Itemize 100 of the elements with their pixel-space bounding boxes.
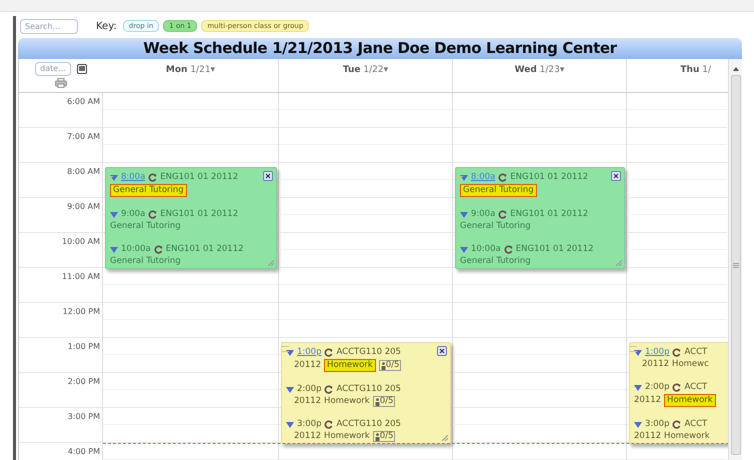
time-label: 7:00 AM bbox=[67, 132, 100, 143]
repeat-icon bbox=[672, 348, 682, 357]
resize-handle-icon[interactable] bbox=[268, 260, 274, 266]
day-header[interactable]: Tue 1/22▾ bbox=[342, 64, 388, 76]
close-icon[interactable] bbox=[611, 171, 621, 181]
course-code: ENG101 01 20112 bbox=[516, 244, 594, 255]
triangle-icon[interactable] bbox=[460, 212, 468, 218]
repeat-icon bbox=[148, 173, 158, 182]
time-link[interactable]: 1:00p bbox=[645, 347, 670, 358]
description: Homework bbox=[664, 394, 716, 407]
repeat-icon bbox=[324, 420, 334, 429]
capacity-link[interactable]: 0/5 bbox=[378, 360, 402, 371]
triangle-icon[interactable] bbox=[286, 422, 294, 428]
appointment-block[interactable]: 1:00p ACCTG110 205 20112 Homework 0/5 2:00p ACCTG110 205 20112 Homework 0/5 3:00p ACCTG110 205 20112 Homework 0/5 bbox=[281, 342, 451, 444]
repeat-icon bbox=[672, 420, 682, 429]
description: General Tutoring bbox=[460, 184, 537, 197]
triangle-icon[interactable] bbox=[110, 174, 118, 180]
schedule-title: Week Schedule 1/21/2013 Jane Doe Demo Learning Center bbox=[143, 38, 617, 60]
description: Homewc bbox=[672, 359, 709, 370]
triangle-icon[interactable] bbox=[634, 422, 642, 428]
time-label: 6:00 AM bbox=[67, 97, 100, 108]
course-code: ENG101 01 20112 bbox=[166, 244, 244, 255]
time-label: 4:00 PM bbox=[68, 447, 100, 458]
course-code: ACCTG110 205 bbox=[336, 419, 401, 430]
triangle-icon[interactable] bbox=[110, 212, 118, 218]
appointment-time: 9:00a bbox=[471, 209, 496, 220]
course-code: ENG101 01 20112 bbox=[160, 209, 238, 220]
appointment-time: 10:00a bbox=[121, 244, 151, 255]
grip-icon bbox=[732, 262, 738, 268]
person-icon bbox=[374, 432, 380, 440]
scroll-up-icon[interactable] bbox=[732, 67, 738, 71]
resize-handle-icon[interactable] bbox=[616, 260, 622, 266]
repeat-icon bbox=[504, 245, 513, 254]
appointment-time: 2:00p bbox=[645, 382, 670, 393]
appointment-time: 10:00a bbox=[471, 244, 501, 255]
close-icon[interactable] bbox=[263, 171, 273, 181]
triangle-icon[interactable] bbox=[634, 350, 642, 356]
printer-icon[interactable] bbox=[55, 78, 67, 88]
appointment-time: 3:00p bbox=[645, 419, 670, 430]
description: General Tutoring bbox=[110, 184, 187, 197]
person-icon bbox=[380, 362, 386, 370]
repeat-icon bbox=[498, 173, 508, 182]
course-code: ACCT bbox=[684, 347, 708, 358]
term-code: 20112 bbox=[294, 360, 322, 371]
term-code: 20112 bbox=[294, 396, 322, 407]
course-code: ACCTG110 205 bbox=[336, 347, 401, 358]
calendar-icon[interactable] bbox=[76, 64, 87, 74]
description: Homework bbox=[324, 396, 370, 407]
time-label: 11:00 AM bbox=[62, 272, 100, 283]
time-label: 1:00 PM bbox=[68, 342, 100, 353]
description: Homework bbox=[324, 431, 370, 442]
appointment-block[interactable]: 8:00a ENG101 01 20112 General Tutoring 9:00a ENG101 01 20112 General Tutoring 10:00a ENG101 01 20112 General Tutoring bbox=[455, 167, 625, 269]
time-label: 3:00 PM bbox=[68, 412, 100, 423]
appointment-time: 9:00a bbox=[121, 209, 146, 220]
appointment-block[interactable]: 8:00a ENG101 01 20112 General Tutoring 9:00a ENG101 01 20112 General Tutoring 10:00a ENG101 01 20112 General Tutoring bbox=[105, 167, 277, 269]
repeat-icon bbox=[324, 385, 334, 394]
appointment-block[interactable]: 1:00p ACCT 20112 Homewc 2:00p ACCT 20112 Homework 3:00p ACCT 20112 Homework bbox=[629, 342, 729, 444]
course-code: ENG101 01 20112 bbox=[510, 209, 588, 220]
repeat-icon bbox=[154, 245, 163, 254]
person-icon bbox=[374, 398, 380, 406]
description: General Tutoring bbox=[110, 221, 181, 232]
repeat-icon bbox=[672, 383, 682, 392]
term-code: 20112 bbox=[642, 359, 670, 370]
repeat-icon bbox=[324, 348, 334, 357]
description: General Tutoring bbox=[460, 256, 531, 267]
time-label: 10:00 AM bbox=[62, 237, 100, 248]
appointment-time: 2:00p bbox=[297, 384, 322, 395]
scroll-thumb[interactable] bbox=[730, 75, 740, 455]
triangle-icon[interactable] bbox=[286, 386, 294, 392]
resize-handle-icon[interactable] bbox=[442, 435, 448, 441]
day-header[interactable]: Thu 1/ bbox=[680, 64, 711, 76]
course-code: ACCT bbox=[684, 419, 708, 430]
search-field[interactable]: Search... bbox=[20, 18, 78, 34]
day-header[interactable]: Mon 1/21▾ bbox=[166, 64, 216, 76]
time-label: 9:00 AM bbox=[67, 202, 100, 213]
course-code: ENG101 01 20112 bbox=[510, 172, 588, 183]
capacity-link[interactable]: 0/5 bbox=[372, 431, 396, 442]
description: Homework bbox=[664, 431, 710, 442]
description: General Tutoring bbox=[110, 256, 181, 267]
triangle-icon[interactable] bbox=[634, 384, 642, 390]
close-icon[interactable] bbox=[437, 346, 447, 356]
scrollbar[interactable] bbox=[728, 59, 742, 460]
time-label: 2:00 PM bbox=[68, 377, 100, 388]
triangle-icon[interactable] bbox=[460, 246, 468, 252]
time-link[interactable]: 1:00p bbox=[297, 347, 322, 358]
course-code: ENG101 01 20112 bbox=[160, 172, 238, 183]
capacity-link[interactable]: 0/5 bbox=[372, 396, 396, 407]
description: General Tutoring bbox=[460, 221, 531, 232]
time-label: 12:00 PM bbox=[62, 307, 100, 318]
repeat-icon bbox=[148, 210, 158, 219]
triangle-icon[interactable] bbox=[460, 174, 468, 180]
key-label: Key: bbox=[96, 20, 117, 34]
term-code: 20112 bbox=[634, 431, 662, 442]
triangle-icon[interactable] bbox=[110, 246, 118, 252]
repeat-icon bbox=[498, 210, 508, 219]
day-header[interactable]: Wed 1/23▾ bbox=[514, 64, 564, 76]
time-label: 8:00 AM bbox=[67, 167, 100, 178]
appointment-time: 3:00p bbox=[297, 419, 322, 430]
triangle-icon[interactable] bbox=[286, 350, 294, 356]
course-code: ACCTG110 205 bbox=[336, 384, 401, 395]
